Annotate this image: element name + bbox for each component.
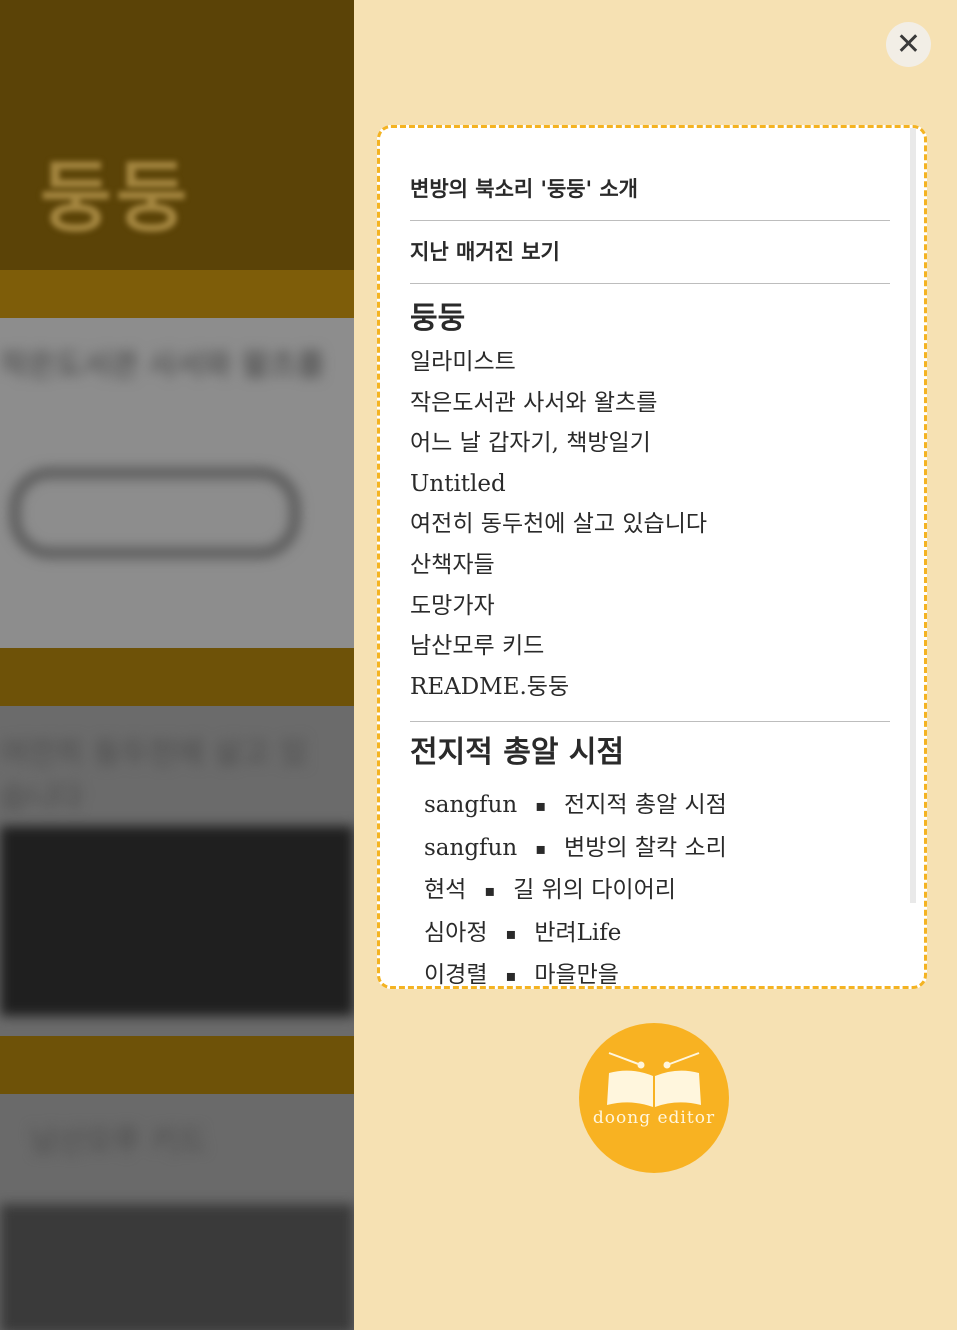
- background-card-2-image: [0, 826, 354, 1016]
- menu-item[interactable]: 여전히 동두천에 살고 있습니다: [410, 504, 890, 545]
- background-band: [0, 270, 354, 318]
- background-card-3-title: 남산모루 키드: [30, 1124, 207, 1159]
- section-list-bullet-view: sangfun ▪ 전지적 총알 시점 sangfun ▪ 변방의 찰칵 소리 현석 ▪ 길…: [410, 784, 890, 989]
- background-card-3-image: [0, 1204, 354, 1330]
- doong-editor-logo[interactable]: doong editor: [579, 1023, 729, 1173]
- menu-link-past-magazines[interactable]: 지난 매거진 보기: [410, 221, 890, 284]
- logo-text: doong editor: [592, 1108, 716, 1128]
- separator-icon: ▪: [535, 796, 547, 816]
- column-item[interactable]: 심아정 ▪ 반려Life: [424, 912, 890, 955]
- column-author: 현석: [424, 877, 467, 904]
- separator-icon: ▪: [505, 923, 517, 943]
- background-card-1-image: [10, 468, 300, 558]
- column-title: 변방의 찰칵 소리: [564, 834, 727, 861]
- column-item[interactable]: 현석 ▪ 길 위의 다이어리: [424, 869, 890, 912]
- column-author: 심아정: [424, 919, 488, 946]
- column-title: 반려Life: [534, 919, 622, 946]
- column-title: 길 위의 다이어리: [513, 877, 676, 904]
- background-band: [0, 648, 354, 706]
- separator-icon: ▪: [484, 881, 496, 901]
- background-page: 둥둥 작은도서관 사서와 왈츠를 여전히 동두천에 살고 있습니다 남산모루 키…: [0, 0, 354, 1330]
- background-card-2-title: 여전히 동두천에 살고 있습니다: [0, 736, 308, 815]
- column-author: sangfun: [424, 792, 518, 819]
- section-title-doongdoong[interactable]: 둥둥: [410, 296, 890, 342]
- menu-item[interactable]: Untitled: [410, 464, 890, 505]
- open-book-icon: [607, 1052, 701, 1107]
- close-icon: ✕: [895, 27, 922, 62]
- background-card-1-title: 작은도서관 사서와 왈츠를: [0, 348, 325, 383]
- background-card-3: 남산모루 키드: [0, 1094, 354, 1330]
- column-item[interactable]: sangfun ▪ 전지적 총알 시점: [424, 784, 890, 827]
- close-button[interactable]: ✕: [886, 22, 931, 67]
- section-title-bullet-view[interactable]: 전지적 총알 시점: [410, 730, 890, 776]
- menu-item[interactable]: 작은도서관 사서와 왈츠를: [410, 383, 890, 424]
- menu-item[interactable]: README.둥둥: [410, 667, 890, 708]
- column-author: sangfun: [424, 834, 518, 861]
- background-card-1: 작은도서관 사서와 왈츠를: [0, 318, 354, 648]
- menu-list: 변방의 북소리 '둥둥' 소개 지난 매거진 보기 둥둥 일라미스트 작은도서관…: [410, 128, 890, 989]
- background-title: 둥둥: [40, 153, 192, 243]
- column-item[interactable]: sangfun ▪ 변방의 찰칵 소리: [424, 827, 890, 870]
- menu-link-about[interactable]: 변방의 북소리 '둥둥' 소개: [410, 156, 890, 221]
- menu-item[interactable]: 산책자들: [410, 545, 890, 586]
- column-author: 이경렬: [424, 962, 488, 989]
- menu-item[interactable]: 도망가자: [410, 586, 890, 627]
- column-item[interactable]: 이경렬 ▪ 마을만을: [424, 954, 890, 989]
- scrollbar[interactable]: [910, 128, 916, 903]
- background-card-2: 여전히 동두천에 살고 있습니다: [0, 706, 354, 1036]
- menu-box: 변방의 북소리 '둥둥' 소개 지난 매거진 보기 둥둥 일라미스트 작은도서관…: [377, 125, 927, 989]
- divider: [410, 721, 890, 723]
- background-band: [0, 1036, 354, 1094]
- menu-item[interactable]: 남산모루 키드: [410, 626, 890, 667]
- column-title: 마을만을: [534, 962, 619, 989]
- section-list-doongdoong: 일라미스트 작은도서관 사서와 왈츠를 어느 날 갑자기, 책방일기 Untit…: [410, 342, 890, 707]
- separator-icon: ▪: [505, 966, 517, 986]
- separator-icon: ▪: [535, 838, 547, 858]
- menu-item[interactable]: 일라미스트: [410, 342, 890, 383]
- column-title: 전지적 총알 시점: [564, 792, 727, 819]
- menu-item[interactable]: 어느 날 갑자기, 책방일기: [410, 423, 890, 464]
